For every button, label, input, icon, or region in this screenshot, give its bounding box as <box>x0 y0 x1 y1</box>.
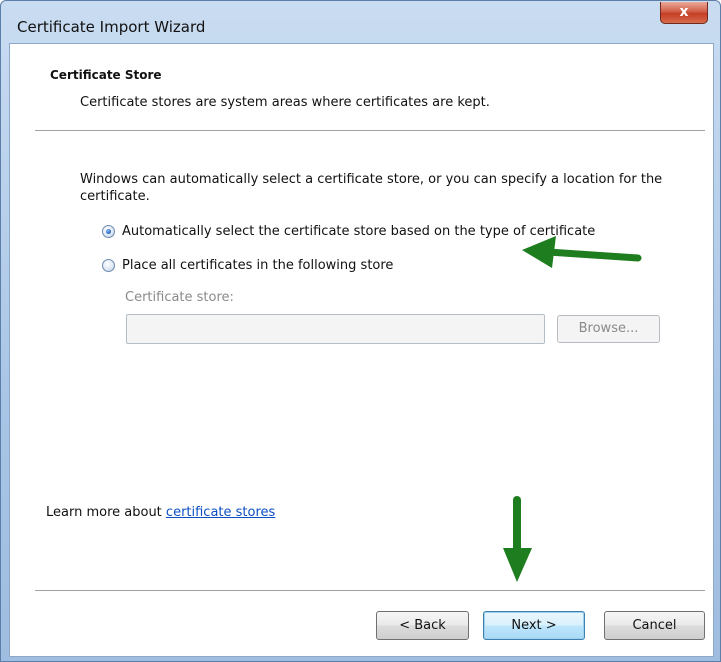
certificate-store-label: Certificate store: <box>125 290 234 305</box>
option-auto-select-label: Automatically select the certificate sto… <box>122 223 596 239</box>
learn-more-row: Learn more about certificate stores <box>46 505 275 520</box>
header-divider <box>35 130 705 132</box>
close-icon: x <box>679 4 689 20</box>
option-place-in-store-label: Place all certificates in the following … <box>122 257 394 273</box>
cancel-button[interactable]: Cancel <box>604 611 705 640</box>
page-subtitle: Certificate stores are system areas wher… <box>80 95 490 110</box>
radio-place-in-store[interactable] <box>102 258 115 272</box>
option-auto-select[interactable]: Automatically select the certificate sto… <box>102 222 595 240</box>
radio-auto-select[interactable] <box>102 224 115 238</box>
certificate-stores-link[interactable]: certificate stores <box>166 505 275 520</box>
browse-button[interactable]: Browse... <box>557 315 660 343</box>
footer-divider <box>35 590 705 592</box>
title-bar[interactable]: Certificate Import Wizard x <box>1 1 720 41</box>
window-title: Certificate Import Wizard <box>17 18 206 36</box>
back-button[interactable]: < Back <box>376 611 469 640</box>
page-title: Certificate Store <box>50 68 162 82</box>
wizard-window: Certificate Import Wizard x Certificate … <box>0 0 721 662</box>
learn-more-prefix: Learn more about <box>46 505 166 520</box>
next-button[interactable]: Next > <box>483 611 585 640</box>
close-button[interactable]: x <box>660 2 708 24</box>
option-place-in-store[interactable]: Place all certificates in the following … <box>102 256 393 274</box>
wizard-content: Certificate Store Certificate stores are… <box>9 43 714 657</box>
intro-text: Windows can automatically select a certi… <box>80 172 663 204</box>
certificate-store-field[interactable] <box>126 314 545 344</box>
